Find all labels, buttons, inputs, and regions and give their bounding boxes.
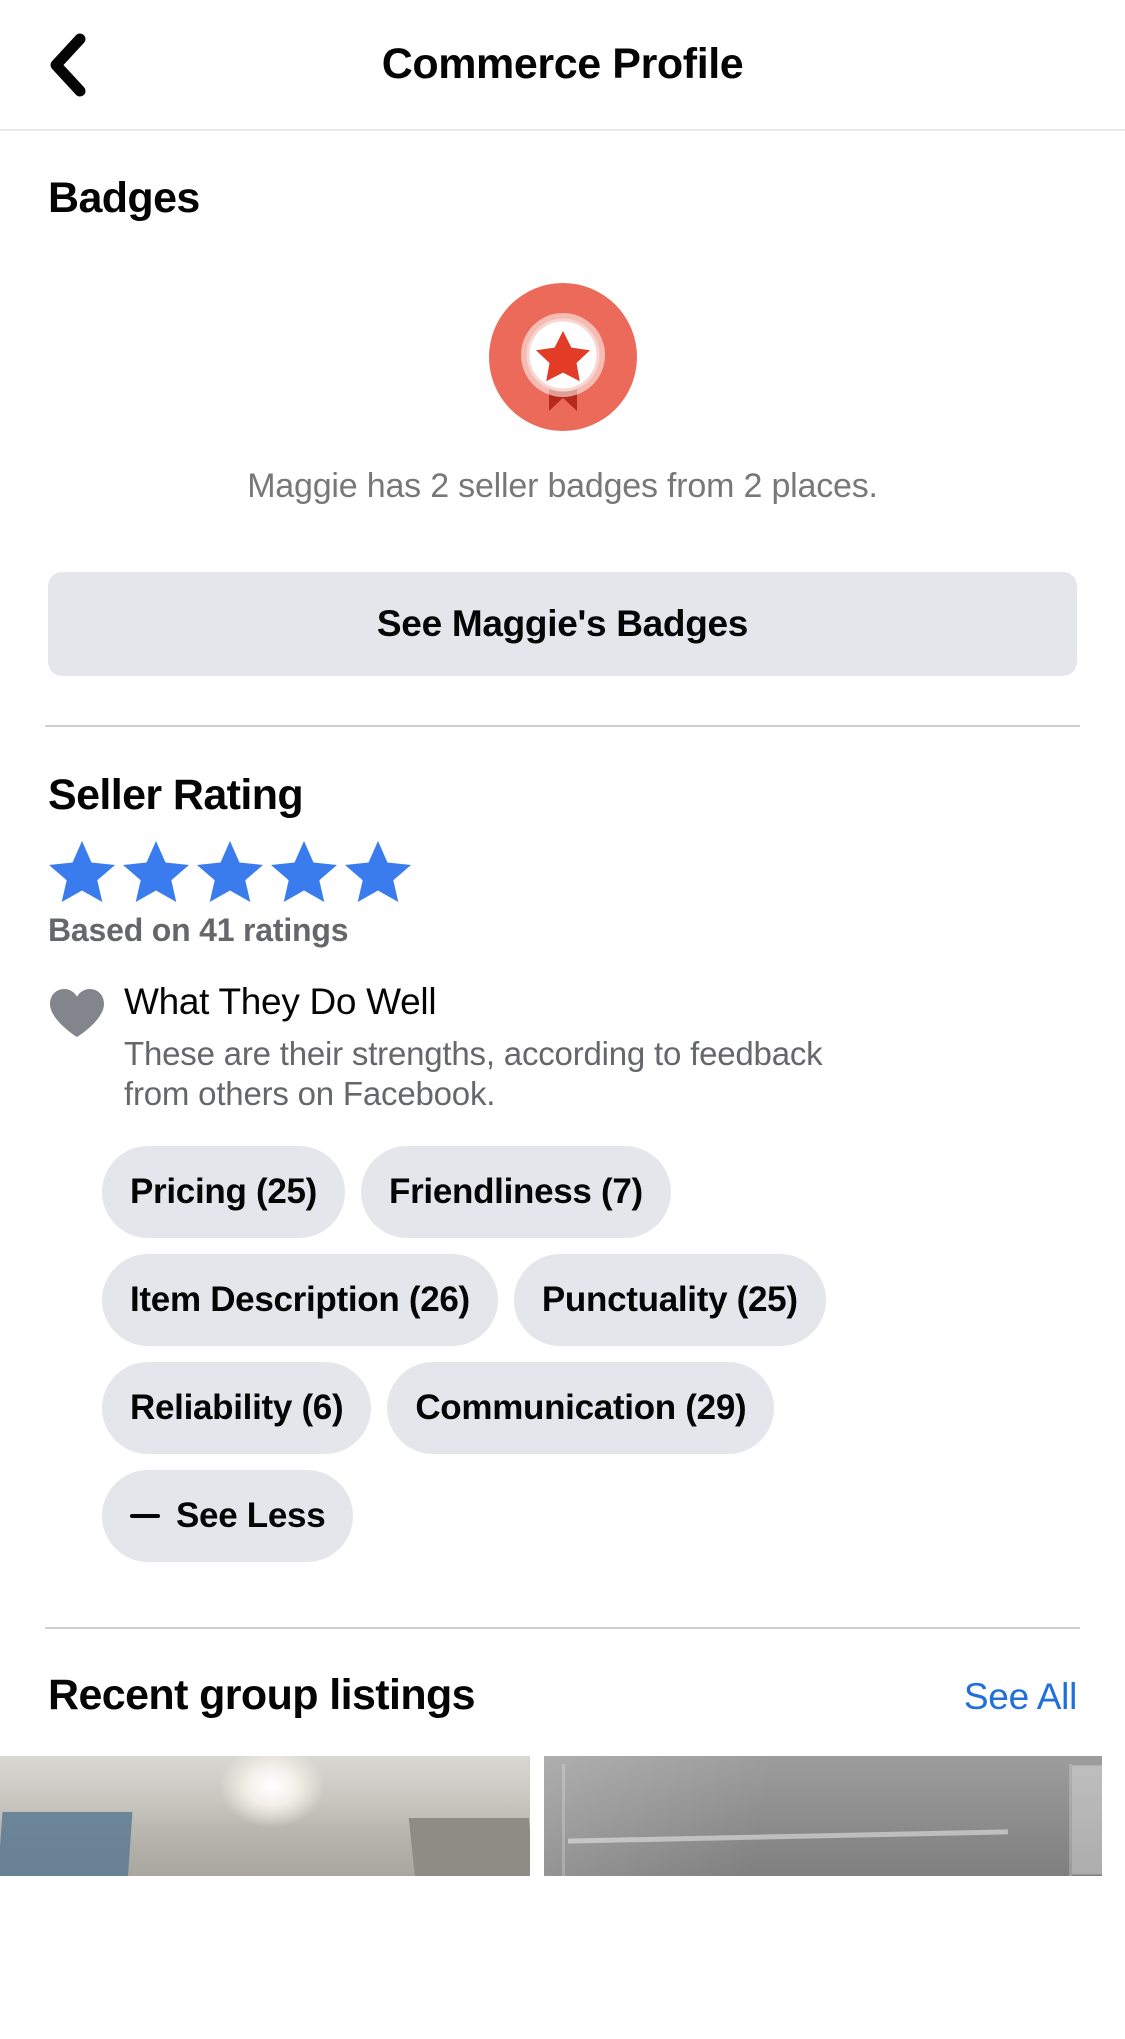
what-they-do-well-description: These are their strengths, according to … [124,1034,823,1113]
badges-section: Badges Maggie has 2 seller badges from 2… [0,131,1125,676]
see-all-link[interactable]: See All [964,1676,1077,1718]
commerce-profile-screen: Commerce Profile Badges Maggie has 2 sel… [0,0,1125,2039]
star-rating [48,838,1077,904]
recent-group-listings-heading: Recent group listings [48,1671,476,1720]
badges-heading: Badges [48,174,200,222]
star-icon [270,838,338,904]
listing-thumbnail[interactable] [544,1756,1102,1877]
what-they-do-well-title: What They Do Well [124,981,437,1022]
badge-illustration-wrap [48,283,1077,431]
seller-rating-heading: Seller Rating [48,771,304,819]
see-less-button[interactable]: See Less [102,1470,354,1563]
see-less-label: See Less [176,1496,326,1536]
what-they-do-well-body: What They Do Well These are their streng… [122,981,1077,1114]
listing-thumbnail[interactable] [0,1756,530,1877]
star-icon [122,838,190,904]
recent-group-listings-section: Recent group listings See All [0,1629,1125,1720]
chevron-left-icon [44,33,88,97]
strength-tag-item-description[interactable]: Item Description (26) [102,1254,498,1347]
strength-tag-pricing[interactable]: Pricing (25) [102,1146,346,1239]
seller-rating-section: Seller Rating Based on 41 ratings What T… [0,727,1125,1578]
what-they-do-well-block: What They Do Well These are their streng… [48,981,1077,1114]
strength-tag-punctuality[interactable]: Punctuality (25) [513,1254,826,1347]
star-icon [48,838,116,904]
strength-tag-row: Pricing (25) Friendliness (7) [102,1146,1077,1239]
star-icon [196,838,264,904]
strength-tag-row: Item Description (26) Punctuality (25) [102,1254,1077,1347]
strength-tag-friendliness[interactable]: Friendliness (7) [361,1146,671,1239]
star-icon [344,838,412,904]
strength-tag-reliability[interactable]: Reliability (6) [102,1362,372,1455]
ratings-count-label: Based on 41 ratings [48,912,349,948]
strength-tags: Pricing (25) Friendliness (7) Item Descr… [48,1146,1077,1563]
see-less-row: See Less [102,1470,1077,1563]
back-button[interactable] [30,29,102,101]
strength-tag-row: Reliability (6) Communication (29) [102,1362,1077,1455]
app-header: Commerce Profile [0,0,1125,131]
strength-tag-communication[interactable]: Communication (29) [387,1362,775,1455]
award-ribbon-badge-icon [488,283,637,431]
minus-icon [130,1514,160,1519]
recent-group-listings-header: Recent group listings See All [48,1671,1077,1720]
see-badges-button[interactable]: See Maggie's Badges [48,572,1077,676]
badges-caption: Maggie has 2 seller badges from 2 places… [247,467,878,505]
heart-icon [48,983,122,1039]
page-title: Commerce Profile [381,40,744,88]
listing-thumbnail-carousel[interactable] [0,1756,1125,2039]
